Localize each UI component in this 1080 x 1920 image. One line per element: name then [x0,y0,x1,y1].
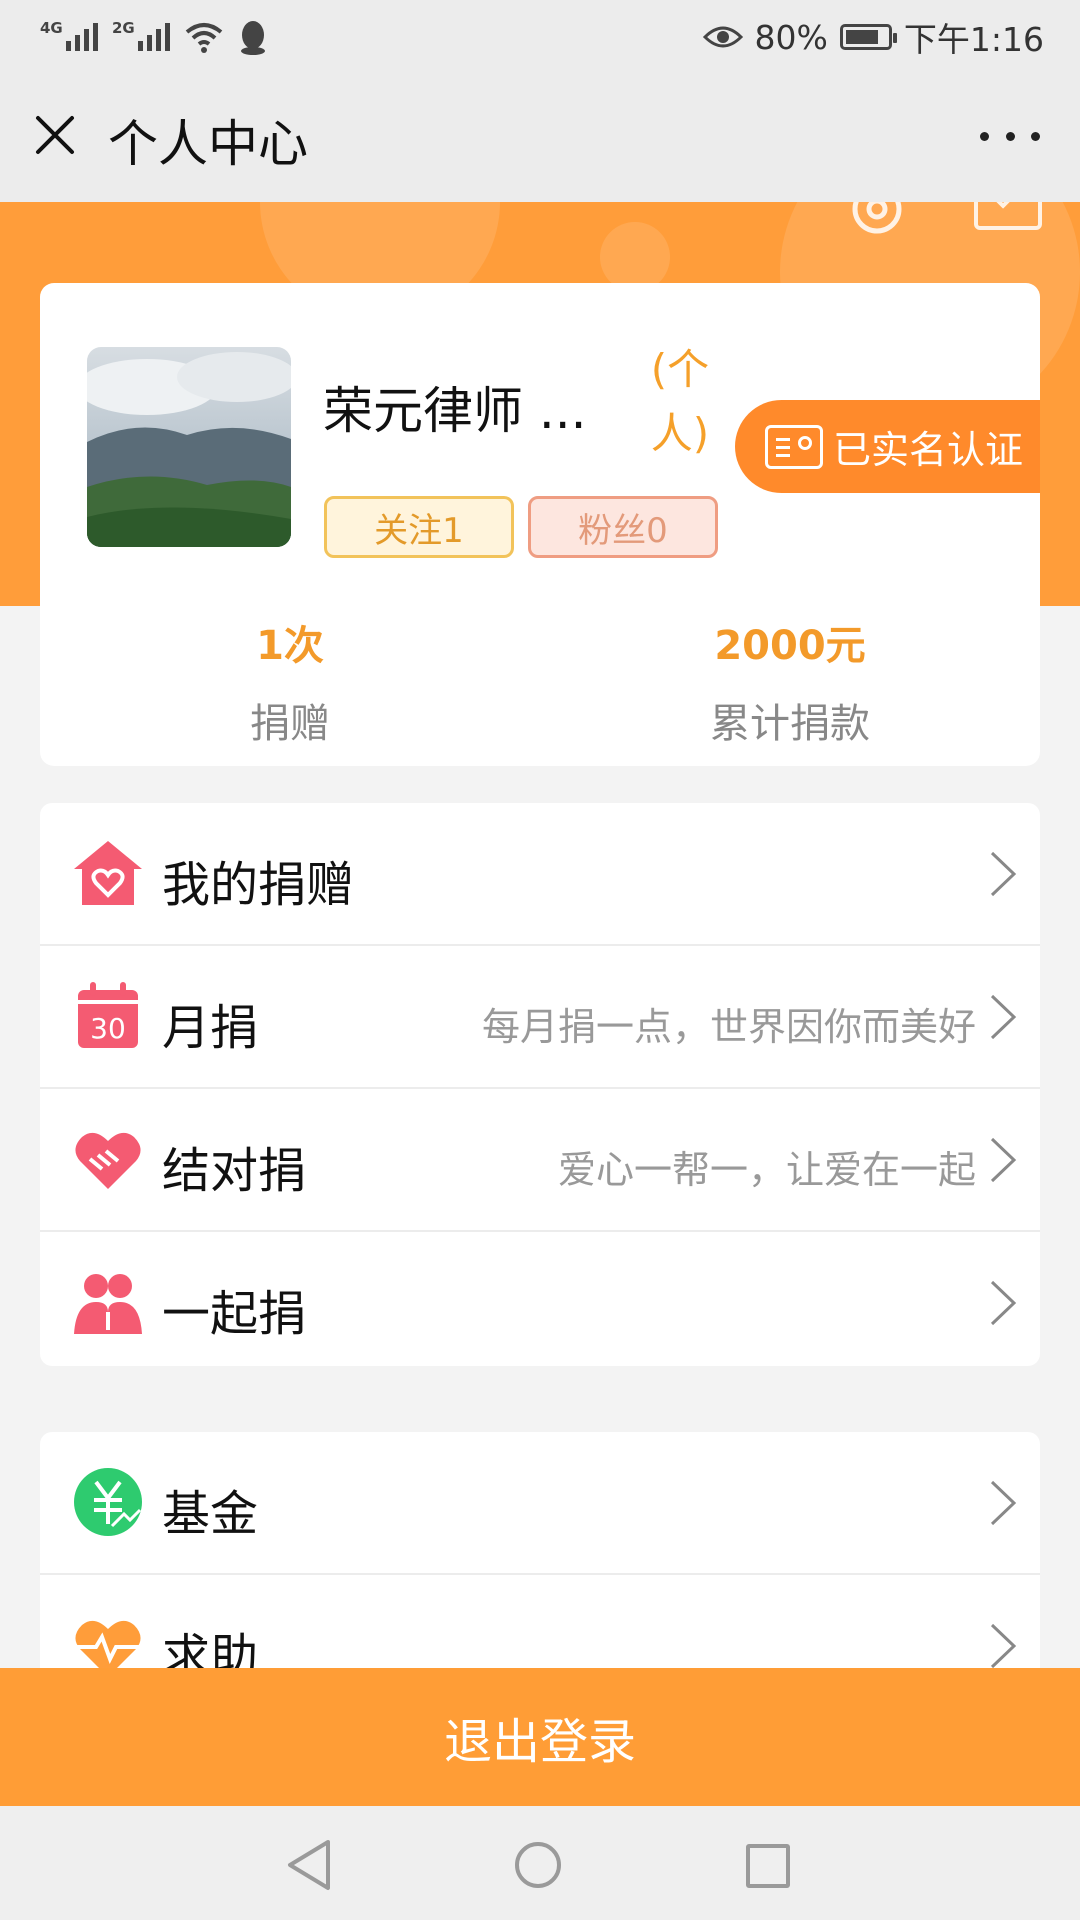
battery-icon [839,24,897,50]
status-right: 80% 下午1:16 [702,12,1044,62]
chevron-right-icon [990,1280,1017,1326]
back-triangle-icon[interactable] [284,1838,334,1892]
stat-label: 捐赠 [250,701,330,747]
chevron-right-icon [990,1137,1017,1183]
home-circle-icon[interactable] [515,1842,561,1888]
verified-label: 已实名认证 [833,428,1024,472]
menu-item-subtitle: 爱心一帮一，让爱在一起 [557,1148,976,1192]
network-type-2: 2G [112,19,135,37]
menu-group-services: 基金 求助 [40,1432,1040,1672]
handshake-heart-icon [75,1132,141,1189]
user-name: 荣元律师 ... [323,382,587,440]
system-nav-bar [0,1806,1080,1920]
menu-item-subtitle: 每月捐一点，世界因你而美好 [481,1005,976,1049]
menu-group-donations: 我的捐赠 30 月捐 每月捐一点，世界因你而美好 结对捐 爱心一帮一，让爱在一起 [40,803,1040,1366]
eye-icon [702,26,743,48]
stat-label: 累计捐款 [710,701,870,747]
menu-item-label: 基金 [162,1486,259,1542]
message-icon[interactable] [974,202,1042,230]
more-dot [1031,131,1040,141]
house-heart-icon [74,841,142,905]
status-bar: 4G 2G 80% 下午1:16 [0,0,1080,74]
follow-count-button[interactable]: 关注1 [324,496,514,558]
chevron-right-icon [990,1623,1017,1669]
recent-apps-square-icon[interactable] [746,1844,790,1888]
account-type: (个人) [650,345,710,458]
calendar-number: 30 [90,1012,126,1045]
menu-item-label: 我的捐赠 [162,857,355,913]
close-icon [36,116,74,154]
settings-icon[interactable] [842,202,912,244]
verified-badge[interactable]: 已实名认证 [735,400,1040,493]
menu-item-help[interactable]: 求助 [40,1575,1040,1672]
menu-item-my-donations[interactable]: 我的捐赠 [40,803,1040,946]
chevron-right-icon [990,994,1017,1040]
more-dot [980,131,989,141]
profile-card: 荣元律师 ... (个人) 已实名认证 关注1 粉丝0 1次 捐赠 2000元 … [40,283,1040,766]
stat-value: 2000元 [714,623,866,669]
menu-item-label: 一起捐 [162,1286,307,1342]
fans-count-button[interactable]: 粉丝0 [528,496,718,558]
more-button[interactable] [980,116,1040,156]
stat-total-amount[interactable]: 2000元 累计捐款 [640,613,940,749]
stat-value: 1次 [256,623,324,669]
page-title: 个人中心 [108,115,308,173]
network-type-1: 4G [40,19,63,37]
more-dot [1005,131,1015,141]
logout-button[interactable]: 退出登录 [0,1668,1080,1806]
menu-item-label: 求助 [162,1629,259,1672]
menu-item-fund[interactable]: 基金 [40,1432,1040,1575]
people-icon [74,1274,142,1334]
menu-item-label: 月捐 [162,1000,259,1056]
calendar-icon: 30 [78,982,138,1048]
id-card-icon [765,424,823,469]
signal-icon: 4G [40,19,98,51]
chevron-right-icon [990,1480,1017,1526]
close-button[interactable] [30,110,80,160]
signal-icon: 2G [112,19,170,51]
status-left: 4G 2G [40,12,268,62]
stat-donations[interactable]: 1次 捐赠 [140,613,440,749]
avatar[interactable] [87,347,291,547]
battery-percent: 80% [754,17,828,57]
menu-item-donate-together[interactable]: 一起捐 [40,1232,1040,1366]
menu-item-pair-donation[interactable]: 结对捐 爱心一帮一，让爱在一起 [40,1089,1040,1232]
menu-item-monthly[interactable]: 30 月捐 每月捐一点，世界因你而美好 [40,946,1040,1089]
yuan-icon [74,1468,142,1536]
chevron-right-icon [990,851,1017,897]
wifi-icon [185,23,223,53]
qq-penguin-icon [241,21,265,55]
clock: 下午1:16 [903,20,1044,59]
heartbeat-icon [75,1620,141,1672]
menu-item-label: 结对捐 [162,1143,307,1199]
title-bar: 个人中心 [0,74,1080,202]
